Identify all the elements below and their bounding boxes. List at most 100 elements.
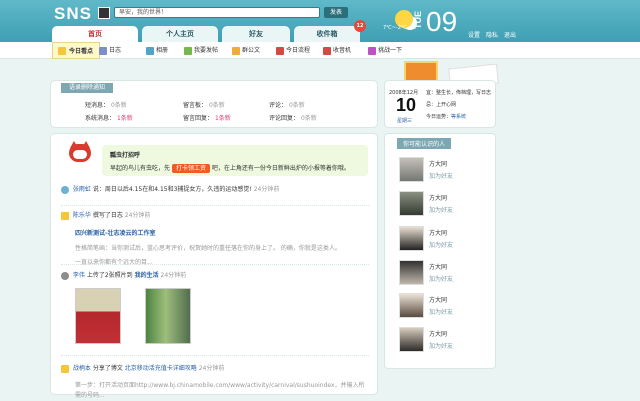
add-friend-button[interactable]: 加为好友 [429, 205, 453, 214]
greeting-panel: 瓢虫打招呼 早起的鸟儿有虫吃，先 打卡领工资 吧，在上角还有一份今日新鲜出炉的小… [54, 139, 374, 179]
shared-article-excerpt: 第一步：打开活动页面http://www.bj.chinamobile.com/… [75, 381, 365, 399]
calendar-ji: 忌：上开心网 [426, 102, 457, 108]
feed-user-4[interactable]: 战柄本 [73, 365, 91, 372]
friend-name[interactable]: 方大同 [429, 228, 447, 237]
suggested-friends: 你可能认识的人 方大同 加为好友 方大同 加为好友 方大同 加为好友 方大同 加为好友 … [384, 133, 496, 369]
system-message-stat[interactable]: 系统消息： 1条新 [85, 113, 183, 122]
friend-avatar[interactable] [399, 293, 424, 318]
tab-home[interactable]: 首页 [52, 26, 138, 42]
album-icon [146, 46, 154, 55]
cartoon-cat-icon [64, 140, 96, 168]
friend-suggestion-6: 方大同 加为好友 [399, 327, 487, 357]
shared-article-link[interactable]: 北京移动活充值卡详细攻略 [125, 365, 197, 372]
friend-avatar[interactable] [399, 226, 424, 251]
status-input[interactable]: 早安，我的世界！ [114, 7, 320, 18]
add-friend-button[interactable]: 加为好友 [429, 171, 453, 180]
add-friend-button[interactable]: 加为好友 [429, 341, 453, 350]
friend-avatar[interactable] [399, 191, 424, 216]
feed-item-3: 李伟 上传了2张照片到 我的生活 24分钟前 [61, 270, 186, 280]
avatar[interactable] [98, 7, 110, 19]
journal-icon [99, 46, 107, 55]
friend-avatar[interactable] [399, 260, 424, 285]
friend-avatar[interactable] [399, 327, 424, 352]
stats-row-1: 短消息： 0条新 留言板： 0条新 评论： 0条新 [85, 100, 385, 109]
calendar-day: 10 [396, 95, 417, 115]
feed-user-3[interactable]: 李伟 [73, 272, 85, 279]
calendar-fortune: 今日运势：等系统 [426, 114, 467, 120]
friend-avatar[interactable] [399, 157, 424, 182]
subnav-group[interactable]: 群公文 [232, 42, 260, 59]
add-friend-button[interactable]: 加为好友 [429, 240, 453, 249]
subnav-today[interactable]: 今日看点 [52, 42, 101, 59]
add-friend-button[interactable]: 加为好友 [429, 274, 453, 283]
temperature: 7℃~-2℃ [383, 25, 407, 31]
friend-name[interactable]: 方大同 [429, 295, 447, 304]
uploaded-photo-2[interactable] [145, 288, 191, 344]
share-icon [61, 364, 69, 373]
notification-title: 语录删除通知 [61, 83, 114, 93]
album-link[interactable]: 我的生活 [135, 272, 159, 279]
logout-link[interactable]: 退出 [504, 30, 516, 39]
feed-item-1: 张雨虹 说：周日以后4.15在和4.15和3捕捉女方，久违的运动感觉! 24分钟… [61, 184, 279, 194]
sns-logo[interactable]: SNS [54, 4, 92, 24]
calendar-yi: 宜：整生长，佈档理，写日志 [426, 90, 492, 96]
user-icon [61, 185, 69, 194]
journal-line-1: 性格简笔画：当你测试后，蓝心思考评价，祝贺她时的重任落在你的身上了。 的确，你就… [75, 244, 341, 252]
sub-navigation: 今日看点 日志 相册 我要发帖 群公文 今日流程 收音机 挑战一下 [0, 42, 640, 59]
stats-row-2: 系统消息： 1条新 留言回复： 1条新 评论回复： 0条新 [85, 113, 385, 122]
subnav-radio[interactable]: 收音机 [323, 42, 351, 59]
feed-item-2: 陈乐华 撰写了日志 24分钟前 四兴新测试-壮志凌云的工作室 性格简笔画：当你测… [61, 210, 361, 266]
friend-suggestion-3: 方大同 加为好友 [399, 226, 487, 256]
feed-card: 瓢虫打招呼 早起的鸟儿有虫吃，先 打卡领工资 吧，在上角还有一份今日新鲜出炉的小… [50, 133, 378, 399]
greeting-text-before: 早起的鸟儿有虫吃，先 [110, 165, 171, 172]
comment-reply-stat[interactable]: 评论回复： 0条新 [269, 113, 317, 122]
friend-suggestion-5: 方大同 加为好友 [399, 293, 487, 323]
journal-entry-icon [61, 211, 69, 220]
photo-upload-icon [61, 271, 69, 280]
post-button[interactable]: 发表 [324, 7, 348, 18]
top-bar: SNS 早安，我的世界！ 发表 首页 个人主页 好友 收件箱 12 7℃~-2℃ … [0, 0, 640, 42]
friend-name[interactable]: 方大同 [429, 159, 447, 168]
radio-icon [323, 46, 331, 55]
subnav-challenge[interactable]: 挑战一下 [368, 42, 402, 59]
clock-in-button[interactable]: 打卡领工资 [171, 164, 210, 173]
today-star-icon [58, 47, 66, 55]
subnav-post[interactable]: 我要发帖 [184, 42, 218, 59]
tab-inbox[interactable]: 收件箱 12 [294, 20, 366, 42]
greeting-text-after: 吧，在上角还有一份今日新鲜出炉的小报等着你哦。 [211, 165, 350, 172]
post-icon [184, 46, 192, 55]
challenge-icon [368, 46, 376, 55]
privacy-link[interactable]: 隐私 [486, 30, 498, 39]
friend-suggestion-2: 方大同 加为好友 [399, 191, 487, 221]
board-stat[interactable]: 留言板： 0条新 [183, 100, 269, 109]
tab-friends[interactable]: 好友 [222, 26, 290, 42]
calendar-weekday: 星期三 [397, 118, 413, 124]
friend-name[interactable]: 方大同 [429, 193, 447, 202]
board-reply-stat[interactable]: 留言回复： 1条新 [183, 113, 269, 122]
feed-user-2[interactable]: 陈乐华 [73, 212, 91, 219]
feed-user-1[interactable]: 张雨虹 [73, 186, 91, 193]
greeting-title: 瓢虫打招呼 [110, 152, 141, 159]
friend-suggestion-4: 方大同 加为好友 [399, 260, 487, 290]
friend-suggestion-1: 方大同 加为好友 [399, 157, 487, 187]
top-links: 设置 隐私 退出 [468, 30, 516, 39]
friend-name[interactable]: 方大同 [429, 329, 447, 338]
journal-title-link[interactable]: 四兴新测试-壮志凌云的工作室 [75, 228, 361, 237]
subnav-journal[interactable]: 日志 [99, 42, 121, 59]
main-tabs: 首页 个人主页 好友 收件箱 12 [52, 20, 366, 42]
short-message-stat[interactable]: 短消息： 0条新 [85, 100, 183, 109]
friend-name[interactable]: 方大同 [429, 262, 447, 271]
calendar-card: 2008年12月 10 星期三 宜：整生长，佈档理，写日志 忌：上开心网 今日运… [384, 80, 496, 128]
uploaded-photo-1[interactable] [75, 288, 121, 344]
date-number: 09 [426, 6, 458, 37]
add-friend-button[interactable]: 加为好友 [429, 307, 453, 316]
suggested-friends-title: 你可能认识的人 [397, 138, 452, 149]
settings-link[interactable]: 设置 [468, 30, 480, 39]
subnav-process[interactable]: 今日流程 [276, 42, 310, 59]
tab-profile[interactable]: 个人主页 [142, 26, 218, 42]
weekday: TUE [413, 11, 423, 29]
group-icon [232, 46, 240, 55]
inbox-badge: 12 [354, 20, 366, 32]
comment-stat[interactable]: 评论： 0条新 [269, 100, 305, 109]
subnav-album[interactable]: 相册 [146, 42, 168, 59]
